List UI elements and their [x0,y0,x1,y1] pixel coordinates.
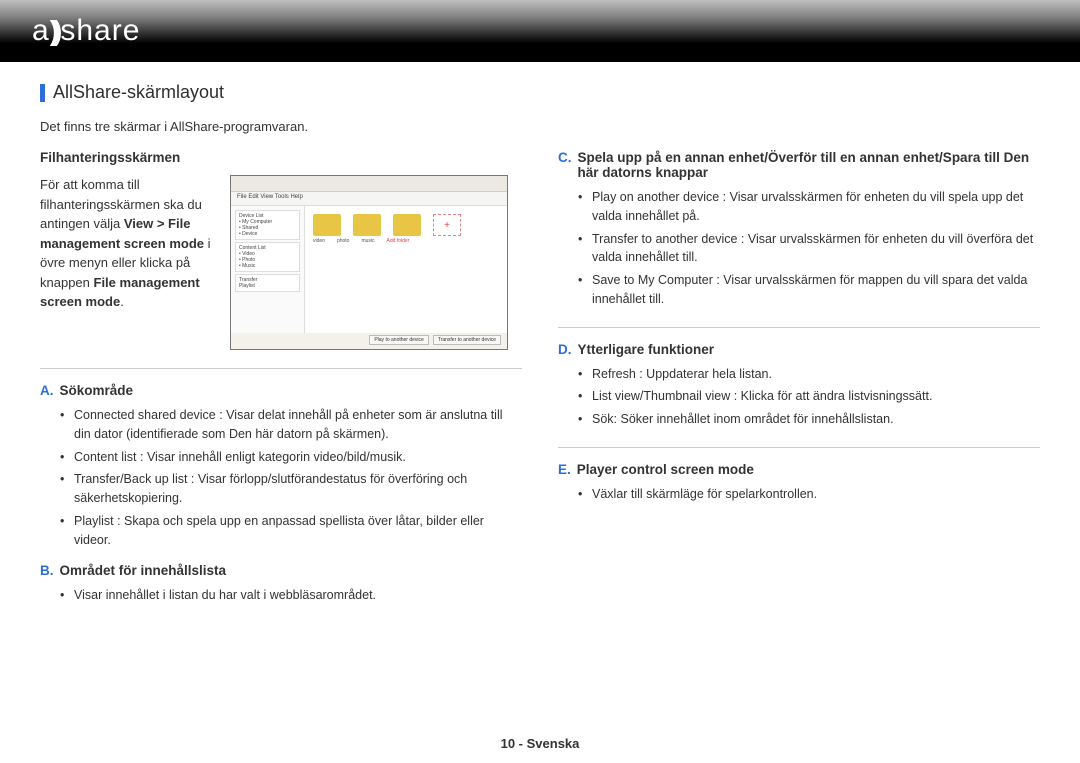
divider [558,327,1040,328]
section-bar-icon [40,84,45,102]
list-item: Visar innehållet i listan du har valt i … [64,586,522,605]
list-item: Sök: Söker innehållet inom området för i… [582,410,1040,429]
list-item: List view/Thumbnail view : Klicka för at… [582,387,1040,406]
section-title: AllShare-skärmlayout [53,82,224,103]
header-band: a))share [0,0,1080,62]
list-item: Play on another device : Visar urvalsskä… [582,188,1040,226]
page-footer: 10 - Svenska [0,736,1080,751]
list-item: Playlist : Skapa och spela upp en anpass… [64,512,522,550]
list-item: Transfer to another device : Visar urval… [582,230,1040,268]
title-b: Området för innehållslista [60,563,227,578]
section-a: A. Sökområde Connected shared device : V… [40,383,522,549]
intro-text: Det finns tre skärmar i AllShare-program… [40,119,1040,134]
list-b: Visar innehållet i listan du har valt i … [40,586,522,605]
section-c: C. Spela upp på en annan enhet/Överför t… [558,150,1040,309]
left-column: Filhanteringsskärmen För att komma till … [40,150,522,619]
right-column: C. Spela upp på en annan enhet/Överför t… [558,150,1040,619]
list-item: Växlar till skärmläge för spelarkontroll… [582,485,1040,504]
letter-d: D. [558,342,572,357]
filemgmt-heading: Filhanteringsskärmen [40,150,522,165]
logo: a))share [32,14,140,48]
list-item: Connected shared device : Visar delat in… [64,406,522,444]
title-d: Ytterligare funktioner [578,342,715,357]
list-c: Play on another device : Visar urvalsskä… [558,188,1040,309]
title-c: Spela upp på en annan enhet/Överför till… [578,150,1041,180]
list-a: Connected shared device : Visar delat in… [40,406,522,549]
section-e: E. Player control screen mode Växlar til… [558,462,1040,504]
folder-icon [353,214,381,236]
page-content: AllShare-skärmlayout Det finns tre skärm… [0,62,1080,619]
title-a: Sökområde [60,383,134,398]
list-d: Refresh : Uppdaterar hela listan. List v… [558,365,1040,429]
letter-b: B. [40,563,54,578]
list-item: Save to My Computer : Visar urvalsskärme… [582,271,1040,309]
list-item: Transfer/Back up list : Visar förlopp/sl… [64,470,522,508]
section-b: B. Området för innehållslista Visar inne… [40,563,522,605]
divider [558,447,1040,448]
letter-c: C. [558,150,572,180]
folder-icon [313,214,341,236]
letter-a: A. [40,383,54,398]
divider [40,368,522,369]
list-e: Växlar till skärmläge för spelarkontroll… [558,485,1040,504]
section-d: D. Ytterligare funktioner Refresh : Uppd… [558,342,1040,429]
list-item: Content list : Visar innehåll enligt kat… [64,448,522,467]
letter-e: E. [558,462,571,477]
list-item: Refresh : Uppdaterar hela listan. [582,365,1040,384]
filemgmt-screenshot: File Edit View Tools Help Device List• M… [230,175,508,350]
screenshot-menu: File Edit View Tools Help [231,192,507,206]
title-e: Player control screen mode [577,462,754,477]
add-folder-icon: + [433,214,461,236]
folder-icon [393,214,421,236]
filemgmt-paragraph: För att komma till filhanteringsskärmen … [40,175,220,312]
section-heading: AllShare-skärmlayout [40,82,1040,103]
